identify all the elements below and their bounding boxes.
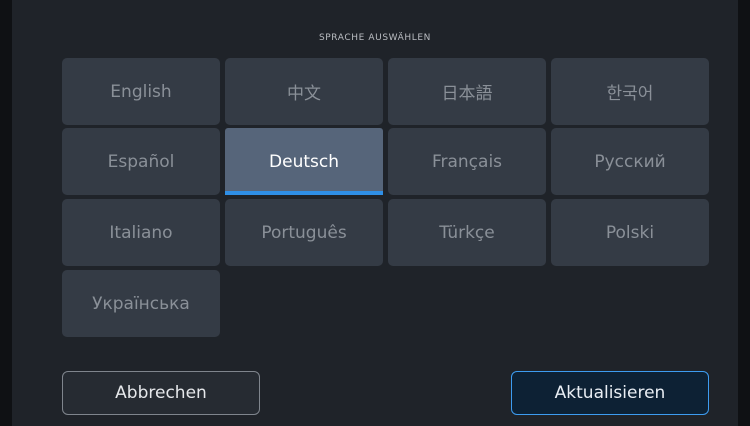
language-option-chinese[interactable]: 中文 — [225, 58, 383, 125]
language-option-german[interactable]: Deutsch — [225, 128, 383, 195]
language-option-spanish[interactable]: Español — [62, 128, 220, 195]
language-option-italian[interactable]: Italiano — [62, 199, 220, 266]
language-option-portuguese[interactable]: Português — [225, 199, 383, 266]
language-option-turkish[interactable]: Türkçe — [388, 199, 546, 266]
language-option-russian[interactable]: Русский — [551, 128, 709, 195]
language-option-ukrainian[interactable]: Українська — [62, 270, 220, 337]
language-grid: English 中文 日本語 한국어 Español Deutsch Franç… — [62, 58, 710, 338]
language-option-english[interactable]: English — [62, 58, 220, 125]
cancel-button[interactable]: Abbrechen — [62, 371, 260, 415]
update-button[interactable]: Aktualisieren — [511, 371, 709, 415]
language-option-french[interactable]: Français — [388, 128, 546, 195]
language-option-polish[interactable]: Polski — [551, 199, 709, 266]
dialog-title: SPRACHE AUSWÄHLEN — [318, 33, 432, 43]
language-option-japanese[interactable]: 日本語 — [388, 58, 546, 125]
language-option-korean[interactable]: 한국어 — [551, 58, 709, 125]
language-select-screen: SPRACHE AUSWÄHLEN English 中文 日本語 한국어 Esp… — [12, 0, 738, 426]
